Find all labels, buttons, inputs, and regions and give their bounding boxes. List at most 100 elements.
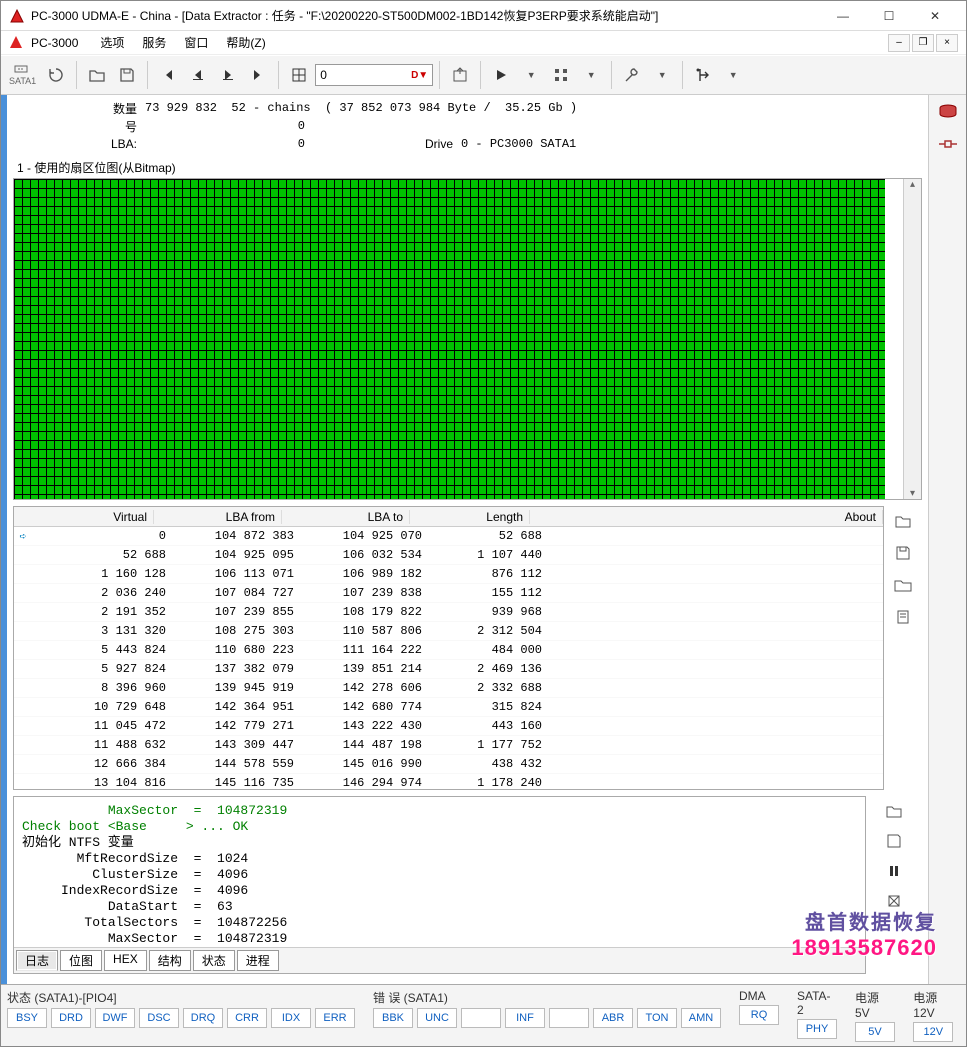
status-group-title: 电源 12V — [913, 989, 960, 1020]
log-tab-0[interactable]: 日志 — [16, 950, 58, 971]
cell-length: 939 968 — [428, 605, 548, 619]
address-input[interactable]: 0 D▼ — [315, 64, 433, 86]
table-note-icon[interactable] — [891, 606, 915, 628]
log-save-icon[interactable] — [882, 830, 906, 852]
play-dropdown[interactable]: ▼ — [517, 60, 545, 90]
th-length[interactable]: Length — [410, 510, 530, 524]
play-button[interactable] — [487, 60, 515, 90]
log-tab-1[interactable]: 位图 — [60, 950, 102, 971]
close-button[interactable]: ✕ — [912, 1, 958, 31]
export-button[interactable] — [446, 60, 474, 90]
table-row[interactable]: 2 036 240 107 084 727 107 239 838 155 11… — [14, 584, 883, 603]
cell-lba-to: 104 925 070 — [300, 529, 428, 543]
refresh-button[interactable] — [42, 60, 70, 90]
log-clear-icon[interactable] — [882, 890, 906, 912]
log-tab-5[interactable]: 进程 — [237, 950, 279, 971]
menu-window[interactable]: 窗口 — [176, 32, 216, 53]
table-row[interactable]: 13 104 816 145 116 735 146 294 974 1 178… — [14, 774, 883, 789]
cell-virtual: 8 396 960 — [32, 681, 172, 695]
table-row[interactable]: ➪ 0 104 872 383 104 925 070 52 688 — [14, 527, 883, 546]
status-item: ERR — [315, 1008, 355, 1028]
cell-lba-to: 142 278 606 — [300, 681, 428, 695]
open-button[interactable] — [83, 60, 111, 90]
status-item: BBK — [373, 1008, 413, 1028]
cell-lba-from: 137 382 079 — [172, 662, 300, 676]
table-row[interactable]: 1 160 128 106 113 071 106 989 182 876 11… — [14, 565, 883, 584]
tools-dropdown[interactable]: ▼ — [648, 60, 676, 90]
log-open-icon[interactable] — [882, 800, 906, 822]
nav-next-button[interactable] — [214, 60, 242, 90]
cell-length: 484 000 — [428, 643, 548, 657]
mdi-close[interactable]: × — [936, 34, 958, 52]
bitmap-grid[interactable] — [14, 179, 885, 499]
table-save-icon[interactable] — [891, 542, 915, 564]
grid-button[interactable] — [285, 60, 313, 90]
status-group: 电源 12V12V — [913, 989, 960, 1042]
save-button[interactable] — [113, 60, 141, 90]
mdi-minimize[interactable]: – — [888, 34, 910, 52]
log-pause-icon[interactable] — [882, 860, 906, 882]
table-row[interactable]: 8 396 960 139 945 919 142 278 606 2 332 … — [14, 679, 883, 698]
nav-last-button[interactable] — [244, 60, 272, 90]
count-value: 73 929 832 52 - chains ( 37 852 073 984 … — [145, 101, 577, 115]
log-tab-4[interactable]: 状态 — [193, 950, 235, 971]
log-line: TotalSectors = 104872256 — [22, 915, 857, 931]
cell-lba-from: 145 116 735 — [172, 776, 300, 789]
view-grid-button[interactable] — [547, 60, 575, 90]
table-row[interactable]: 5 443 824 110 680 223 111 164 222 484 00… — [14, 641, 883, 660]
tools-button[interactable] — [618, 60, 646, 90]
drive-icon[interactable] — [935, 101, 961, 123]
status-group: 电源 5V5V — [855, 989, 895, 1042]
port-button[interactable]: SATA1 — [5, 60, 40, 90]
th-lba-to[interactable]: LBA to — [282, 510, 410, 524]
th-about[interactable]: About — [530, 510, 883, 524]
content: 数量 73 929 832 52 - chains ( 37 852 073 9… — [7, 95, 928, 984]
menu-options[interactable]: 选项 — [92, 32, 132, 53]
connect-icon[interactable] — [935, 133, 961, 155]
nav-first-button[interactable] — [154, 60, 182, 90]
nav-prev-button[interactable] — [184, 60, 212, 90]
bitmap-scrollbar[interactable] — [903, 179, 921, 499]
row-cursor: ➪ — [14, 529, 32, 544]
table-open-icon[interactable] — [891, 510, 915, 532]
minimize-button[interactable]: — — [820, 1, 866, 31]
status-item: IDX — [271, 1008, 311, 1028]
th-lba-from[interactable]: LBA from — [154, 510, 282, 524]
table-row[interactable]: 11 488 632 143 309 447 144 487 198 1 177… — [14, 736, 883, 755]
menubar: PC-3000 选项 服务 窗口 帮助(Z) – ❐ × — [1, 31, 966, 55]
log-tab-2[interactable]: HEX — [104, 950, 147, 971]
th-virtual[interactable]: Virtual — [14, 510, 154, 524]
log-line: 初始化 NTFS 变量 — [22, 835, 857, 851]
status-item: RQ — [739, 1005, 779, 1025]
table-body[interactable]: ➪ 0 104 872 383 104 925 070 52 688 52 68… — [14, 527, 883, 789]
exit-button[interactable] — [689, 60, 717, 90]
status-group-title: 状态 (SATA1)-[PIO4] — [7, 989, 355, 1006]
table-row[interactable]: 3 131 320 108 275 303 110 587 806 2 312 … — [14, 622, 883, 641]
table-row[interactable]: 5 927 824 137 382 079 139 851 214 2 469 … — [14, 660, 883, 679]
view-dropdown[interactable]: ▼ — [577, 60, 605, 90]
table-row[interactable]: 52 688 104 925 095 106 032 534 1 107 440 — [14, 546, 883, 565]
maximize-button[interactable]: ☐ — [866, 1, 912, 31]
table-row[interactable]: 10 729 648 142 364 951 142 680 774 315 8… — [14, 698, 883, 717]
status-group: SATA-2PHY — [797, 989, 837, 1039]
cell-virtual: 2 036 240 — [32, 586, 172, 600]
table-row[interactable]: 11 045 472 142 779 271 143 222 430 443 1… — [14, 717, 883, 736]
log-tab-3[interactable]: 结构 — [149, 950, 191, 971]
menu-service[interactable]: 服务 — [134, 32, 174, 53]
status-items: BSYDRDDWFDSCDRQCRRIDXERR — [7, 1008, 355, 1028]
cell-virtual: 11 045 472 — [32, 719, 172, 733]
log-text[interactable]: MaxSector = 104872319Check boot <Base > … — [14, 797, 865, 947]
table-folder-icon[interactable] — [891, 574, 915, 596]
log-line: IndexRecordSize = 4096 — [22, 883, 857, 899]
exit-dropdown[interactable]: ▼ — [719, 60, 747, 90]
main-body: 数量 73 929 832 52 - chains ( 37 852 073 9… — [1, 95, 966, 984]
log-tabs: 日志位图HEX结构状态进程 — [14, 947, 865, 973]
menu-help[interactable]: 帮助(Z) — [218, 32, 273, 53]
mdi-restore[interactable]: ❐ — [912, 34, 934, 52]
table-row[interactable]: 2 191 352 107 239 855 108 179 822 939 96… — [14, 603, 883, 622]
bitmap-section: 1 - 使用的扇区位图(从Bitmap) — [13, 157, 922, 500]
cell-length: 1 178 240 — [428, 776, 548, 789]
table-section: Virtual LBA from LBA to Length About ➪ 0… — [13, 506, 922, 790]
status-item: AMN — [681, 1008, 721, 1028]
table-row[interactable]: 12 666 384 144 578 559 145 016 990 438 4… — [14, 755, 883, 774]
